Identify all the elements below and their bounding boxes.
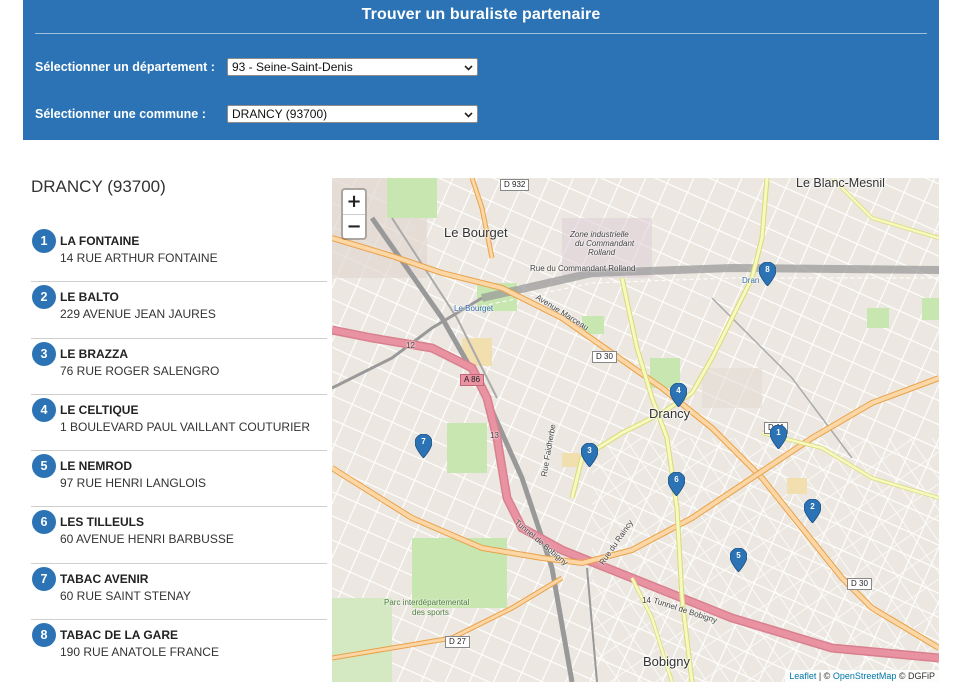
shop-name: LE BALTO <box>60 290 119 305</box>
map-marker-6[interactable]: 6 <box>668 472 685 496</box>
map-park-label: des sports <box>412 608 449 617</box>
shop-name: LE NEMROD <box>60 459 132 474</box>
shop-name: LES TILLEULS <box>60 515 144 530</box>
shop-name: LE CELTIQUE <box>60 402 139 417</box>
map-road-shield: D 30 <box>847 578 872 590</box>
shop-address: 60 AVENUE HENRI BARBUSSE <box>60 532 234 547</box>
department-select[interactable]: 93 - Seine-Saint-Denis <box>227 58 478 76</box>
map-marker-7[interactable]: 7 <box>415 434 432 458</box>
commune-row: Sélectionner une commune : DRANCY (93700… <box>35 104 478 124</box>
map-marker-2[interactable]: 2 <box>804 499 821 523</box>
map-marker-number: 3 <box>587 446 592 455</box>
map-attribution: Leaflet | © OpenStreetMap © DGFiP <box>785 670 939 682</box>
map-marker-number: 5 <box>736 551 741 560</box>
shop-address: 229 AVENUE JEAN JAURES <box>60 307 216 322</box>
attribution-separator: | © <box>816 671 833 681</box>
map-place-drancy: Drancy <box>649 406 691 421</box>
shop-number-badge: 2 <box>32 285 56 310</box>
map-road-label: 12 <box>406 341 415 350</box>
map-station-label: Dran <box>742 276 760 285</box>
map-place-bobigny: Bobigny <box>643 654 690 669</box>
map-marker-number: 7 <box>421 437 426 446</box>
shop-number-badge: 1 <box>32 229 56 253</box>
map-station-label: Le Bourget <box>454 304 494 313</box>
shop-address: 76 RUE ROGER SALENGRO <box>60 363 220 378</box>
map-place-le-bourget: Le Bourget <box>444 225 508 240</box>
commune-select[interactable]: DRANCY (93700) <box>227 105 478 123</box>
chevron-down-icon <box>464 65 473 71</box>
shop-address: 14 RUE ARTHUR FONTAINE <box>60 251 218 265</box>
map-road-shield: D 932 <box>500 179 530 191</box>
shop-address: 1 BOULEVARD PAUL VAILLANT COUTURIER <box>60 419 311 434</box>
map-road-label: Rue du Commandant Rolland <box>530 264 636 273</box>
list-item[interactable]: 4 LE CELTIQUE 1 BOULEVARD PAUL VAILLANT … <box>31 395 327 452</box>
map-road-label: 14 <box>642 596 651 605</box>
map[interactable]: Le Bourget Le Blanc-Mesnil Drancy Bobign… <box>332 178 939 682</box>
map-marker-5[interactable]: 5 <box>730 548 747 572</box>
map-zone-label: Zone industrielle <box>570 230 629 239</box>
map-zone-label: du Commandant <box>575 239 635 248</box>
zoom-in-button[interactable]: + <box>343 190 365 214</box>
list-item[interactable]: 3 LE BRAZZA 76 RUE ROGER SALENGRO <box>31 339 327 395</box>
map-road-shield: D 27 <box>445 636 470 648</box>
shop-list: 1 LA FONTAINE 14 RUE ARTHUR FONTAINE 2 L… <box>31 226 327 676</box>
openstreetmap-link[interactable]: OpenStreetMap <box>833 671 897 681</box>
zoom-control: + − <box>341 188 367 240</box>
map-marker-1[interactable]: 1 <box>770 425 787 449</box>
zoom-out-button[interactable]: − <box>343 214 365 238</box>
attribution-dgfip: © DGFiP <box>896 671 935 681</box>
city-title: DRANCY (93700) <box>31 177 166 196</box>
map-road-label: 13 <box>490 431 499 440</box>
map-marker-number: 8 <box>765 265 770 274</box>
map-marker-number: 6 <box>674 475 679 484</box>
map-road-shield: A 86 <box>460 374 485 386</box>
map-marker-8[interactable]: 8 <box>759 262 776 286</box>
shop-number-badge: 3 <box>32 341 56 366</box>
shop-address: 190 RUE ANATOLE FRANCE <box>60 645 219 660</box>
shop-name: LE BRAZZA <box>60 346 128 361</box>
shop-name: LA FONTAINE <box>60 234 140 248</box>
department-row: Sélectionner un département : 93 - Seine… <box>35 57 478 77</box>
map-zone-label: Rolland <box>588 248 616 257</box>
shop-address: 60 RUE SAINT STENAY <box>60 588 191 603</box>
list-item[interactable]: 6 LES TILLEULS 60 AVENUE HENRI BARBUSSE <box>31 507 327 564</box>
map-park-label: Parc interdépartemental <box>384 598 470 607</box>
map-marker-4[interactable]: 4 <box>670 383 687 407</box>
shop-number-badge: 6 <box>32 510 56 535</box>
shop-number-badge: 7 <box>32 566 56 591</box>
shop-address: 97 RUE HENRI LANGLOIS <box>60 476 207 491</box>
list-item[interactable]: 7 TABAC AVENIR 60 RUE SAINT STENAY <box>31 564 327 621</box>
map-road-shield: D 30 <box>592 351 617 363</box>
shop-number-badge: 8 <box>32 623 56 648</box>
leaflet-link[interactable]: Leaflet <box>789 671 816 681</box>
shop-number-badge: 4 <box>32 397 56 422</box>
department-select-value: 93 - Seine-Saint-Denis <box>232 60 353 74</box>
map-place-le-blanc-mesnil: Le Blanc-Mesnil <box>796 178 885 190</box>
search-panel: Trouver un buraliste partenaire Sélectio… <box>23 0 939 140</box>
list-item[interactable]: 2 LE BALTO 229 AVENUE JEAN JAURES <box>31 282 327 339</box>
map-marker-number: 4 <box>676 386 681 395</box>
panel-title: Trouver un buraliste partenaire <box>361 6 601 23</box>
department-label: Sélectionner un département : <box>35 60 215 74</box>
panel-divider <box>35 33 927 34</box>
shop-name: TABAC AVENIR <box>60 571 149 586</box>
list-item[interactable]: 8 TABAC DE LA GARE 190 RUE ANATOLE FRANC… <box>31 620 327 676</box>
chevron-down-icon <box>464 112 473 118</box>
map-marker-number: 2 <box>810 502 815 511</box>
commune-label: Sélectionner une commune : <box>35 107 206 121</box>
map-marker-number: 1 <box>776 428 781 437</box>
shop-number-badge: 5 <box>32 454 56 479</box>
list-item[interactable]: 1 LA FONTAINE 14 RUE ARTHUR FONTAINE <box>31 226 327 283</box>
commune-select-value: DRANCY (93700) <box>232 107 328 121</box>
list-item[interactable]: 5 LE NEMROD 97 RUE HENRI LANGLOIS <box>31 451 327 508</box>
shop-name: TABAC DE LA GARE <box>60 628 178 643</box>
map-marker-3[interactable]: 3 <box>581 443 598 467</box>
